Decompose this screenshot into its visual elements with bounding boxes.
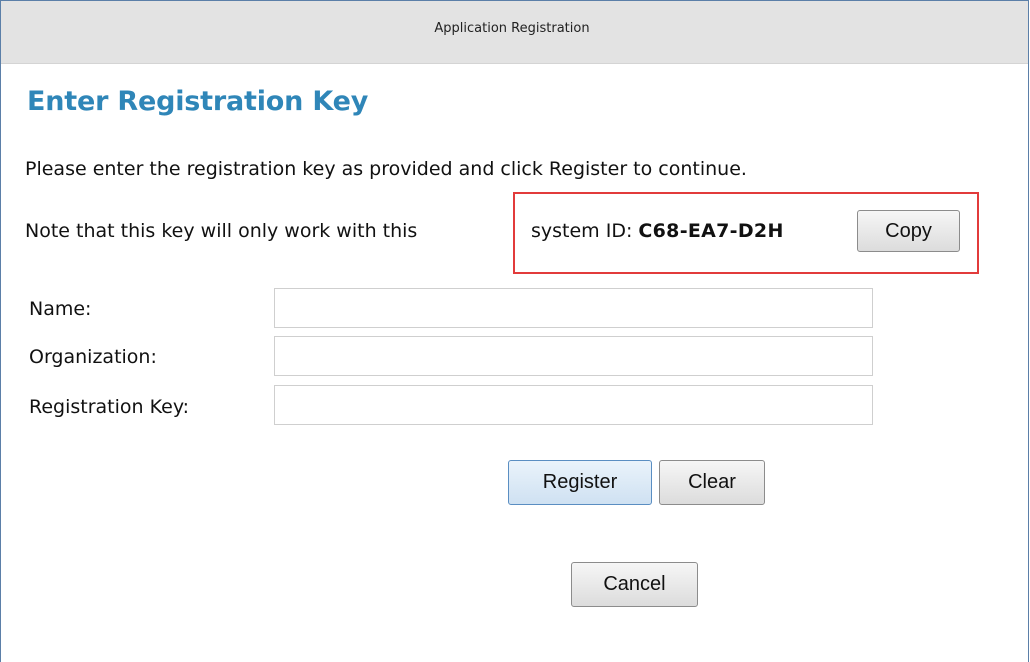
name-label: Name: (29, 298, 92, 320)
registration-key-label: Registration Key: (29, 396, 190, 418)
clear-button[interactable]: Clear (659, 460, 765, 505)
copy-button[interactable]: Copy (857, 210, 960, 252)
organization-field[interactable] (274, 336, 873, 376)
instruction-text: Please enter the registration key as pro… (25, 158, 747, 180)
page-heading: Enter Registration Key (27, 86, 369, 117)
system-id-value: C68-EA7-D2H (638, 220, 784, 242)
window-title: Application Registration (434, 21, 590, 36)
registration-key-field[interactable] (274, 385, 873, 425)
register-button[interactable]: Register (508, 460, 652, 505)
title-bar: Application Registration (1, 1, 1028, 64)
system-id-label: system ID: (531, 220, 639, 242)
name-field[interactable] (274, 288, 873, 328)
system-id-line: system ID: C68-EA7-D2H (531, 220, 784, 242)
registration-window: Application Registration Enter Registrat… (0, 0, 1029, 662)
organization-label: Organization: (29, 346, 157, 368)
note-text: Note that this key will only work with t… (25, 220, 418, 242)
cancel-button[interactable]: Cancel (571, 562, 698, 607)
